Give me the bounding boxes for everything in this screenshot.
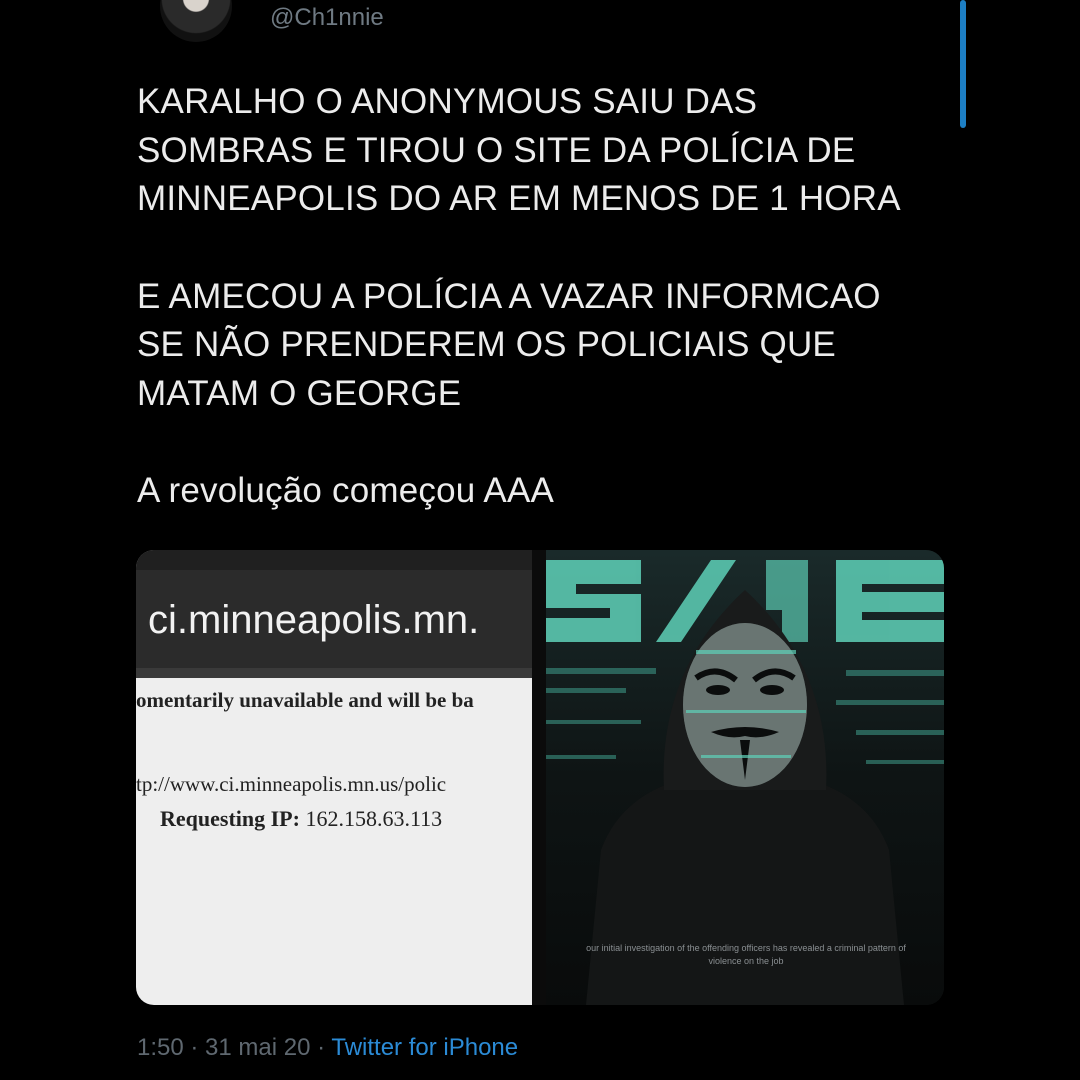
- scrollbar[interactable]: [960, 0, 966, 128]
- tweet-time[interactable]: 1:50: [137, 1034, 184, 1061]
- media-image-website-screenshot[interactable]: ci.minneapolis.mn. omentarily unavailabl…: [136, 550, 532, 1005]
- requesting-ip-value: 162.158.63.113: [305, 806, 443, 831]
- media-image-anonymous-video[interactable]: our initial investigation of the offendi…: [546, 550, 944, 1005]
- tweet-paragraph-3: A revolução começou AAA: [137, 471, 555, 510]
- tweet-media[interactable]: ci.minneapolis.mn. omentarily unavailabl…: [136, 550, 944, 1005]
- unavailable-message: omentarily unavailable and will be ba: [136, 688, 474, 712]
- anonymous-mask-figure: [546, 550, 944, 1005]
- tweet-footer: 1:50 · 31 mai 20 · Twitter for iPhone: [137, 1034, 518, 1062]
- tweet-date[interactable]: 31 mai 20: [205, 1034, 310, 1061]
- browser-address-bar: ci.minneapolis.mn.: [136, 550, 532, 668]
- tweet-source-link[interactable]: Twitter for iPhone: [331, 1034, 518, 1061]
- requesting-ip-label: Requesting IP:: [160, 806, 300, 831]
- browser-url: ci.minneapolis.mn.: [148, 598, 480, 642]
- footer-separator-2: ·: [310, 1034, 332, 1061]
- video-caption: our initial investigation of the offendi…: [586, 943, 906, 966]
- page-link-text: tp://www.ci.minneapolis.mn.us/polic: [136, 772, 447, 796]
- requesting-ip-line: Requesting IP: 162.158.63.113: [160, 806, 442, 832]
- tweet-paragraph-1: KARALHO O ANONYMOUS SAIU DAS SOMBRAS E T…: [137, 82, 901, 218]
- footer-separator-1: ·: [183, 1034, 206, 1061]
- tweet-paragraph-2: E AMECOU A POLÍCIA A VAZAR INFORMCAO SE …: [137, 276, 881, 413]
- tweet-text: KARALHO O ANONYMOUS SAIU DAS SOMBRAS E T…: [137, 78, 957, 516]
- user-handle[interactable]: @Ch1nnie: [270, 4, 384, 32]
- avatar[interactable]: [160, 0, 232, 42]
